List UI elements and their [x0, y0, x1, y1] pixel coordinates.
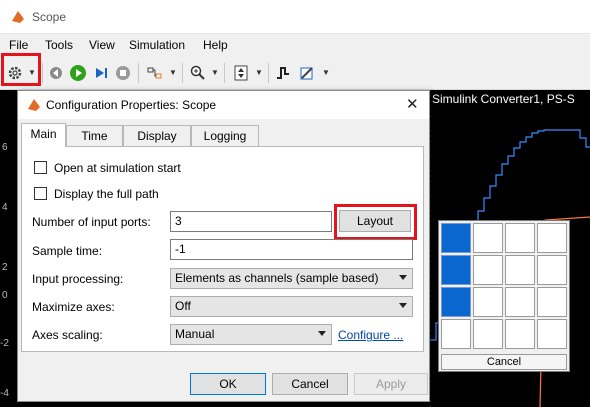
layout-grid-cell[interactable]	[441, 287, 471, 317]
layout-grid-cell[interactable]	[473, 319, 503, 349]
y-tick-label: -4	[0, 388, 9, 399]
maximize-axes-select[interactable]: Off	[170, 296, 413, 317]
layout-grid-cell[interactable]	[537, 319, 567, 349]
input-ports-label: Number of input ports:	[32, 215, 151, 229]
toolbar-separator	[182, 63, 183, 83]
toolbar-separator	[138, 63, 139, 83]
input-processing-select[interactable]: Elements as channels (sample based)	[170, 268, 413, 289]
tab-logging[interactable]: Logging	[191, 125, 259, 147]
scope-title-bar: Scope	[0, 0, 590, 34]
layout-grid-popup: Cancel	[438, 220, 570, 372]
y-tick-label: 4	[2, 202, 8, 213]
dialog-title: Configuration Properties: Scope	[46, 98, 217, 112]
matlab-logo-icon	[28, 99, 40, 111]
layout-grid-cell[interactable]	[441, 319, 471, 349]
input-processing-value: Elements as channels (sample based)	[175, 271, 379, 285]
chevron-down-icon	[318, 331, 326, 336]
matlab-logo-icon	[12, 11, 24, 23]
toolbar-separator	[224, 63, 225, 83]
maximize-axes-value: Off	[175, 299, 191, 313]
axes-scaling-label: Axes scaling:	[32, 328, 103, 342]
highlight-block-icon[interactable]	[144, 62, 166, 84]
toolbar-separator	[268, 63, 269, 83]
layout-grid-cell[interactable]	[537, 223, 567, 253]
layout-grid-cell[interactable]	[441, 223, 471, 253]
chevron-down-icon	[399, 303, 407, 308]
layout-cancel-button[interactable]: Cancel	[441, 354, 567, 370]
y-tick-label: 0	[2, 290, 8, 301]
gear-highlight-box	[1, 53, 41, 86]
zoom-in-icon[interactable]	[187, 62, 209, 84]
toolbar: ▼ ▼ ▼ ▼ ▼	[0, 53, 590, 90]
menu-simulation[interactable]: Simulation	[129, 38, 185, 52]
display-full-path-checkbox[interactable]	[34, 187, 47, 200]
axes-scaling-select[interactable]: Manual	[170, 324, 332, 345]
input-processing-label: Input processing:	[32, 272, 124, 286]
layout-grid-cell[interactable]	[441, 255, 471, 285]
input-ports-field[interactable]: 3	[170, 211, 332, 232]
display-full-path-label: Display the full path	[54, 187, 159, 201]
layout-grid-cell[interactable]	[537, 287, 567, 317]
highlight-dropdown-chevron-icon[interactable]: ▼	[169, 68, 177, 77]
tab-display[interactable]: Display	[123, 125, 191, 147]
configuration-properties-dialog: Configuration Properties: Scope ✕ Main T…	[17, 90, 430, 402]
menu-bar: File Tools View Simulation Help	[0, 34, 590, 56]
chevron-down-icon	[399, 275, 407, 280]
run-icon[interactable]	[67, 62, 89, 84]
toolbar-separator	[42, 63, 43, 83]
axes-scaling-value: Manual	[175, 327, 215, 341]
scale-dropdown-chevron-icon[interactable]: ▼	[255, 68, 263, 77]
step-back-icon[interactable]	[45, 62, 67, 84]
tab-main[interactable]: Main	[21, 123, 66, 147]
menu-file[interactable]: File	[9, 38, 28, 52]
open-at-start-label: Open at simulation start	[54, 161, 181, 175]
tab-time[interactable]: Time	[66, 125, 123, 147]
layout-highlight-box	[334, 204, 417, 240]
layout-grid-cell[interactable]	[505, 287, 535, 317]
menu-view[interactable]: View	[89, 38, 115, 52]
sample-time-label: Sample time:	[32, 244, 103, 258]
open-at-start-checkbox[interactable]	[34, 161, 47, 174]
sample-time-field[interactable]: -1	[170, 239, 413, 260]
layout-grid-cell[interactable]	[537, 255, 567, 285]
maximize-axes-label: Maximize axes:	[32, 300, 115, 314]
y-tick-label: -2	[0, 338, 9, 349]
apply-button[interactable]: Apply	[354, 373, 428, 395]
configure-link[interactable]: Configure ...	[338, 328, 403, 342]
menu-tools[interactable]: Tools	[45, 38, 73, 52]
layout-grid-cell[interactable]	[505, 319, 535, 349]
layout-grid-cell[interactable]	[473, 287, 503, 317]
cancel-button[interactable]: Cancel	[272, 373, 348, 395]
measurements-dropdown-chevron-icon[interactable]: ▼	[322, 68, 330, 77]
ok-button[interactable]: OK	[190, 373, 266, 395]
layout-grid-cell[interactable]	[473, 255, 503, 285]
y-tick-label: 6	[2, 142, 8, 153]
measurements-icon[interactable]	[296, 62, 318, 84]
triggers-icon[interactable]	[272, 62, 294, 84]
plot-title: Simulink Converter1, PS-S	[432, 92, 575, 106]
y-tick-label: 2	[2, 262, 8, 273]
layout-grid-cell[interactable]	[505, 223, 535, 253]
layout-grid-cell[interactable]	[473, 223, 503, 253]
scale-axes-icon[interactable]	[230, 62, 252, 84]
close-icon[interactable]: ✕	[406, 95, 419, 113]
stop-icon[interactable]	[112, 62, 134, 84]
menu-help[interactable]: Help	[203, 38, 228, 52]
zoom-dropdown-chevron-icon[interactable]: ▼	[211, 68, 219, 77]
layout-grid-cell[interactable]	[505, 255, 535, 285]
step-forward-icon[interactable]	[90, 62, 112, 84]
scope-window-title: Scope	[32, 10, 67, 24]
dialog-title-bar: Configuration Properties: Scope ✕	[18, 91, 429, 119]
